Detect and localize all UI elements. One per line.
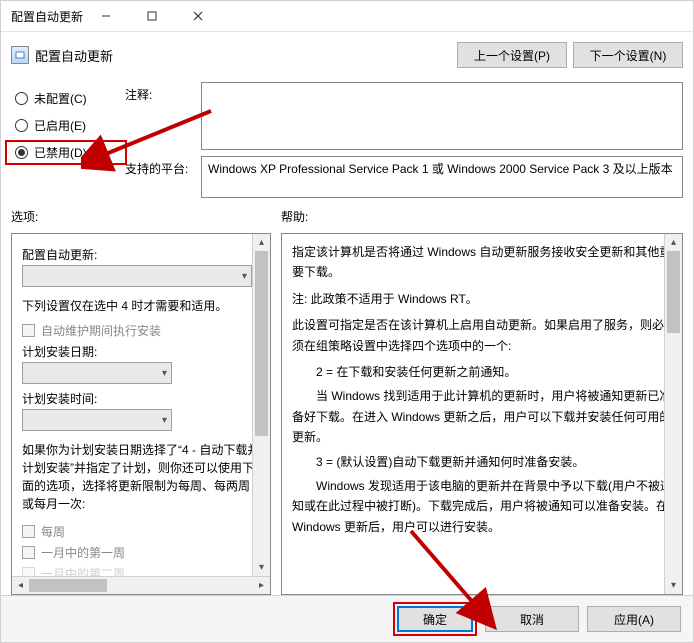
- policy-icon: [11, 46, 29, 64]
- help-text: Windows 发现适用于该电脑的更新并在背景中予以下载(用户不被通知或在此过程…: [292, 476, 672, 537]
- scheduled-date-select[interactable]: ▾: [22, 362, 172, 384]
- options-vertical-scrollbar[interactable]: ▴ ▾: [252, 234, 270, 576]
- ok-button[interactable]: 确定: [397, 606, 473, 632]
- supported-platform-text: Windows XP Professional Service Pack 1 或…: [201, 156, 683, 198]
- maximize-button[interactable]: [129, 1, 175, 31]
- help-text: 注: 此政策不适用于 Windows RT。: [292, 289, 672, 309]
- checkbox-weekly-label: 每周: [41, 523, 65, 540]
- minimize-button[interactable]: [83, 1, 129, 31]
- radio-disabled-label: 已禁用(D): [34, 144, 87, 161]
- help-heading: 帮助:: [281, 208, 308, 225]
- platform-label: 支持的平台:: [125, 156, 195, 177]
- help-text: 此设置可指定是否在该计算机上启用自动更新。如果启用了服务，则必须在组策略设置中选…: [292, 315, 672, 356]
- configure-updates-label: 配置自动更新:: [22, 246, 260, 263]
- scheduled-time-select[interactable]: ▾: [22, 409, 172, 431]
- checkbox-first-week-label: 一月中的第一周: [41, 544, 125, 561]
- window-title: 配置自动更新: [11, 8, 83, 25]
- options-note: 下列设置仅在选中 4 时才需要和适用。: [22, 297, 260, 314]
- radio-enabled-label: 已启用(E): [34, 117, 86, 134]
- close-button[interactable]: [175, 1, 221, 31]
- scroll-left-icon[interactable]: ◂: [12, 577, 29, 594]
- checkbox-weekly[interactable]: 每周: [22, 523, 260, 540]
- checkbox-second-week-label: 一月中的第二周: [41, 565, 125, 576]
- checkbox-first-week[interactable]: 一月中的第一周: [22, 544, 260, 561]
- checkbox-auto-maintenance-label: 自动维护期间执行安装: [41, 322, 161, 339]
- page-title: 配置自动更新: [35, 46, 451, 65]
- options-paragraph: 如果你为计划安装日期选择了“4 - 自动下载并计划安装”并指定了计划，则你还可以…: [22, 441, 260, 513]
- help-pane: 指定该计算机是否将通过 Windows 自动更新服务接收安全更新和其他重要下载。…: [281, 233, 683, 595]
- chevron-down-icon: ▾: [162, 415, 167, 426]
- scroll-up-icon[interactable]: ▴: [665, 234, 682, 251]
- radio-not-configured[interactable]: 未配置(C): [11, 90, 121, 107]
- next-setting-button[interactable]: 下一个设置(N): [573, 42, 683, 68]
- help-text: 指定该计算机是否将通过 Windows 自动更新服务接收安全更新和其他重要下载。: [292, 242, 672, 283]
- help-vertical-scrollbar[interactable]: ▴ ▾: [664, 234, 682, 594]
- options-horizontal-scrollbar[interactable]: ◂ ▸: [12, 576, 270, 594]
- help-text: 3 = (默认设置)自动下载更新并通知何时准备安装。: [292, 452, 672, 472]
- configure-updates-select[interactable]: ▾: [22, 265, 252, 287]
- scroll-right-icon[interactable]: ▸: [253, 577, 270, 594]
- previous-setting-button[interactable]: 上一个设置(P): [457, 42, 567, 68]
- scroll-down-icon[interactable]: ▾: [665, 577, 682, 594]
- radio-disabled[interactable]: 已禁用(D): [11, 144, 121, 161]
- checkbox-second-week[interactable]: 一月中的第二周: [22, 565, 260, 576]
- comment-textarea[interactable]: [201, 82, 683, 150]
- help-text: 当 Windows 找到适用于此计算机的更新时，用户将被通知更新已准备好下载。在…: [292, 386, 672, 447]
- options-pane: 配置自动更新: ▾ 下列设置仅在选中 4 时才需要和适用。 自动维护期间执行安装…: [11, 233, 271, 595]
- scroll-up-icon[interactable]: ▴: [253, 234, 270, 251]
- scroll-down-icon[interactable]: ▾: [253, 559, 270, 576]
- apply-button[interactable]: 应用(A): [587, 606, 681, 632]
- cancel-button[interactable]: 取消: [485, 606, 579, 632]
- checkbox-auto-maintenance[interactable]: 自动维护期间执行安装: [22, 322, 260, 339]
- help-text: 2 = 在下载和安装任何更新之前通知。: [292, 362, 672, 382]
- scheduled-date-label: 计划安装日期:: [22, 343, 260, 360]
- scheduled-time-label: 计划安装时间:: [22, 390, 260, 407]
- chevron-down-icon: ▾: [162, 368, 167, 379]
- options-heading: 选项:: [11, 208, 281, 225]
- comment-label: 注释:: [125, 82, 195, 103]
- radio-not-configured-label: 未配置(C): [34, 90, 87, 107]
- radio-enabled[interactable]: 已启用(E): [11, 117, 121, 134]
- chevron-down-icon: ▾: [242, 271, 247, 282]
